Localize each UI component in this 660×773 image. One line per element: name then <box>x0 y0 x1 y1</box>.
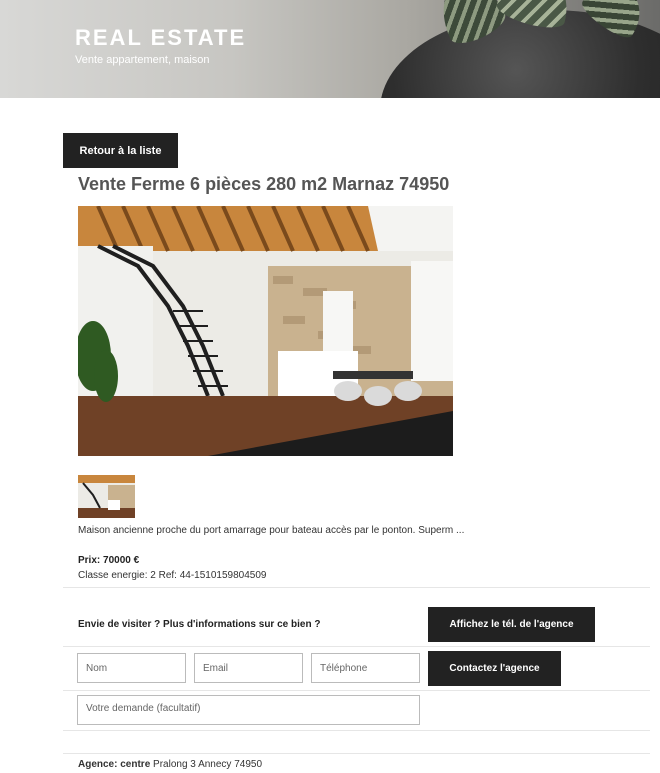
header-banner: REAL ESTATE Vente appartement, maison <box>0 0 660 98</box>
site-tagline: Vente appartement, maison <box>75 54 210 66</box>
energy-class-ref: Classe energie: 2 Ref: 44-1510159804509 <box>78 570 267 581</box>
divider <box>63 730 650 731</box>
agency-label: Agence: <box>78 759 118 770</box>
visit-question: Envie de visiter ? Plus d'informations s… <box>78 619 321 630</box>
agency-name: centre <box>120 759 151 770</box>
main-property-photo[interactable] <box>78 206 453 456</box>
email-field[interactable] <box>194 653 303 683</box>
site-title[interactable]: REAL ESTATE <box>75 25 246 51</box>
contact-agency-button[interactable]: Contactez l'agence <box>428 651 561 686</box>
divider <box>63 753 650 754</box>
agency-info: Agence: centre Pralong 3 Annecy 74950 <box>78 759 262 770</box>
message-field[interactable] <box>77 695 420 725</box>
divider <box>63 587 650 588</box>
show-agency-phone-button[interactable]: Affichez le tél. de l'agence <box>428 607 595 642</box>
listing-title: Vente Ferme 6 pièces 280 m2 Marnaz 74950 <box>78 174 450 194</box>
name-field[interactable] <box>77 653 186 683</box>
back-to-list-button[interactable]: Retour à la liste <box>63 133 178 168</box>
listing-price: Prix: 70000 € <box>78 555 139 566</box>
photo-thumbnail[interactable] <box>78 475 135 518</box>
price-label: Prix: <box>78 555 101 566</box>
divider <box>63 646 650 647</box>
price-value: 70000 € <box>103 555 140 566</box>
phone-field[interactable] <box>311 653 420 683</box>
divider <box>63 690 650 691</box>
listing-description: Maison ancienne proche du port amarrage … <box>78 525 465 536</box>
agency-address: Pralong 3 Annecy 74950 <box>153 759 263 770</box>
